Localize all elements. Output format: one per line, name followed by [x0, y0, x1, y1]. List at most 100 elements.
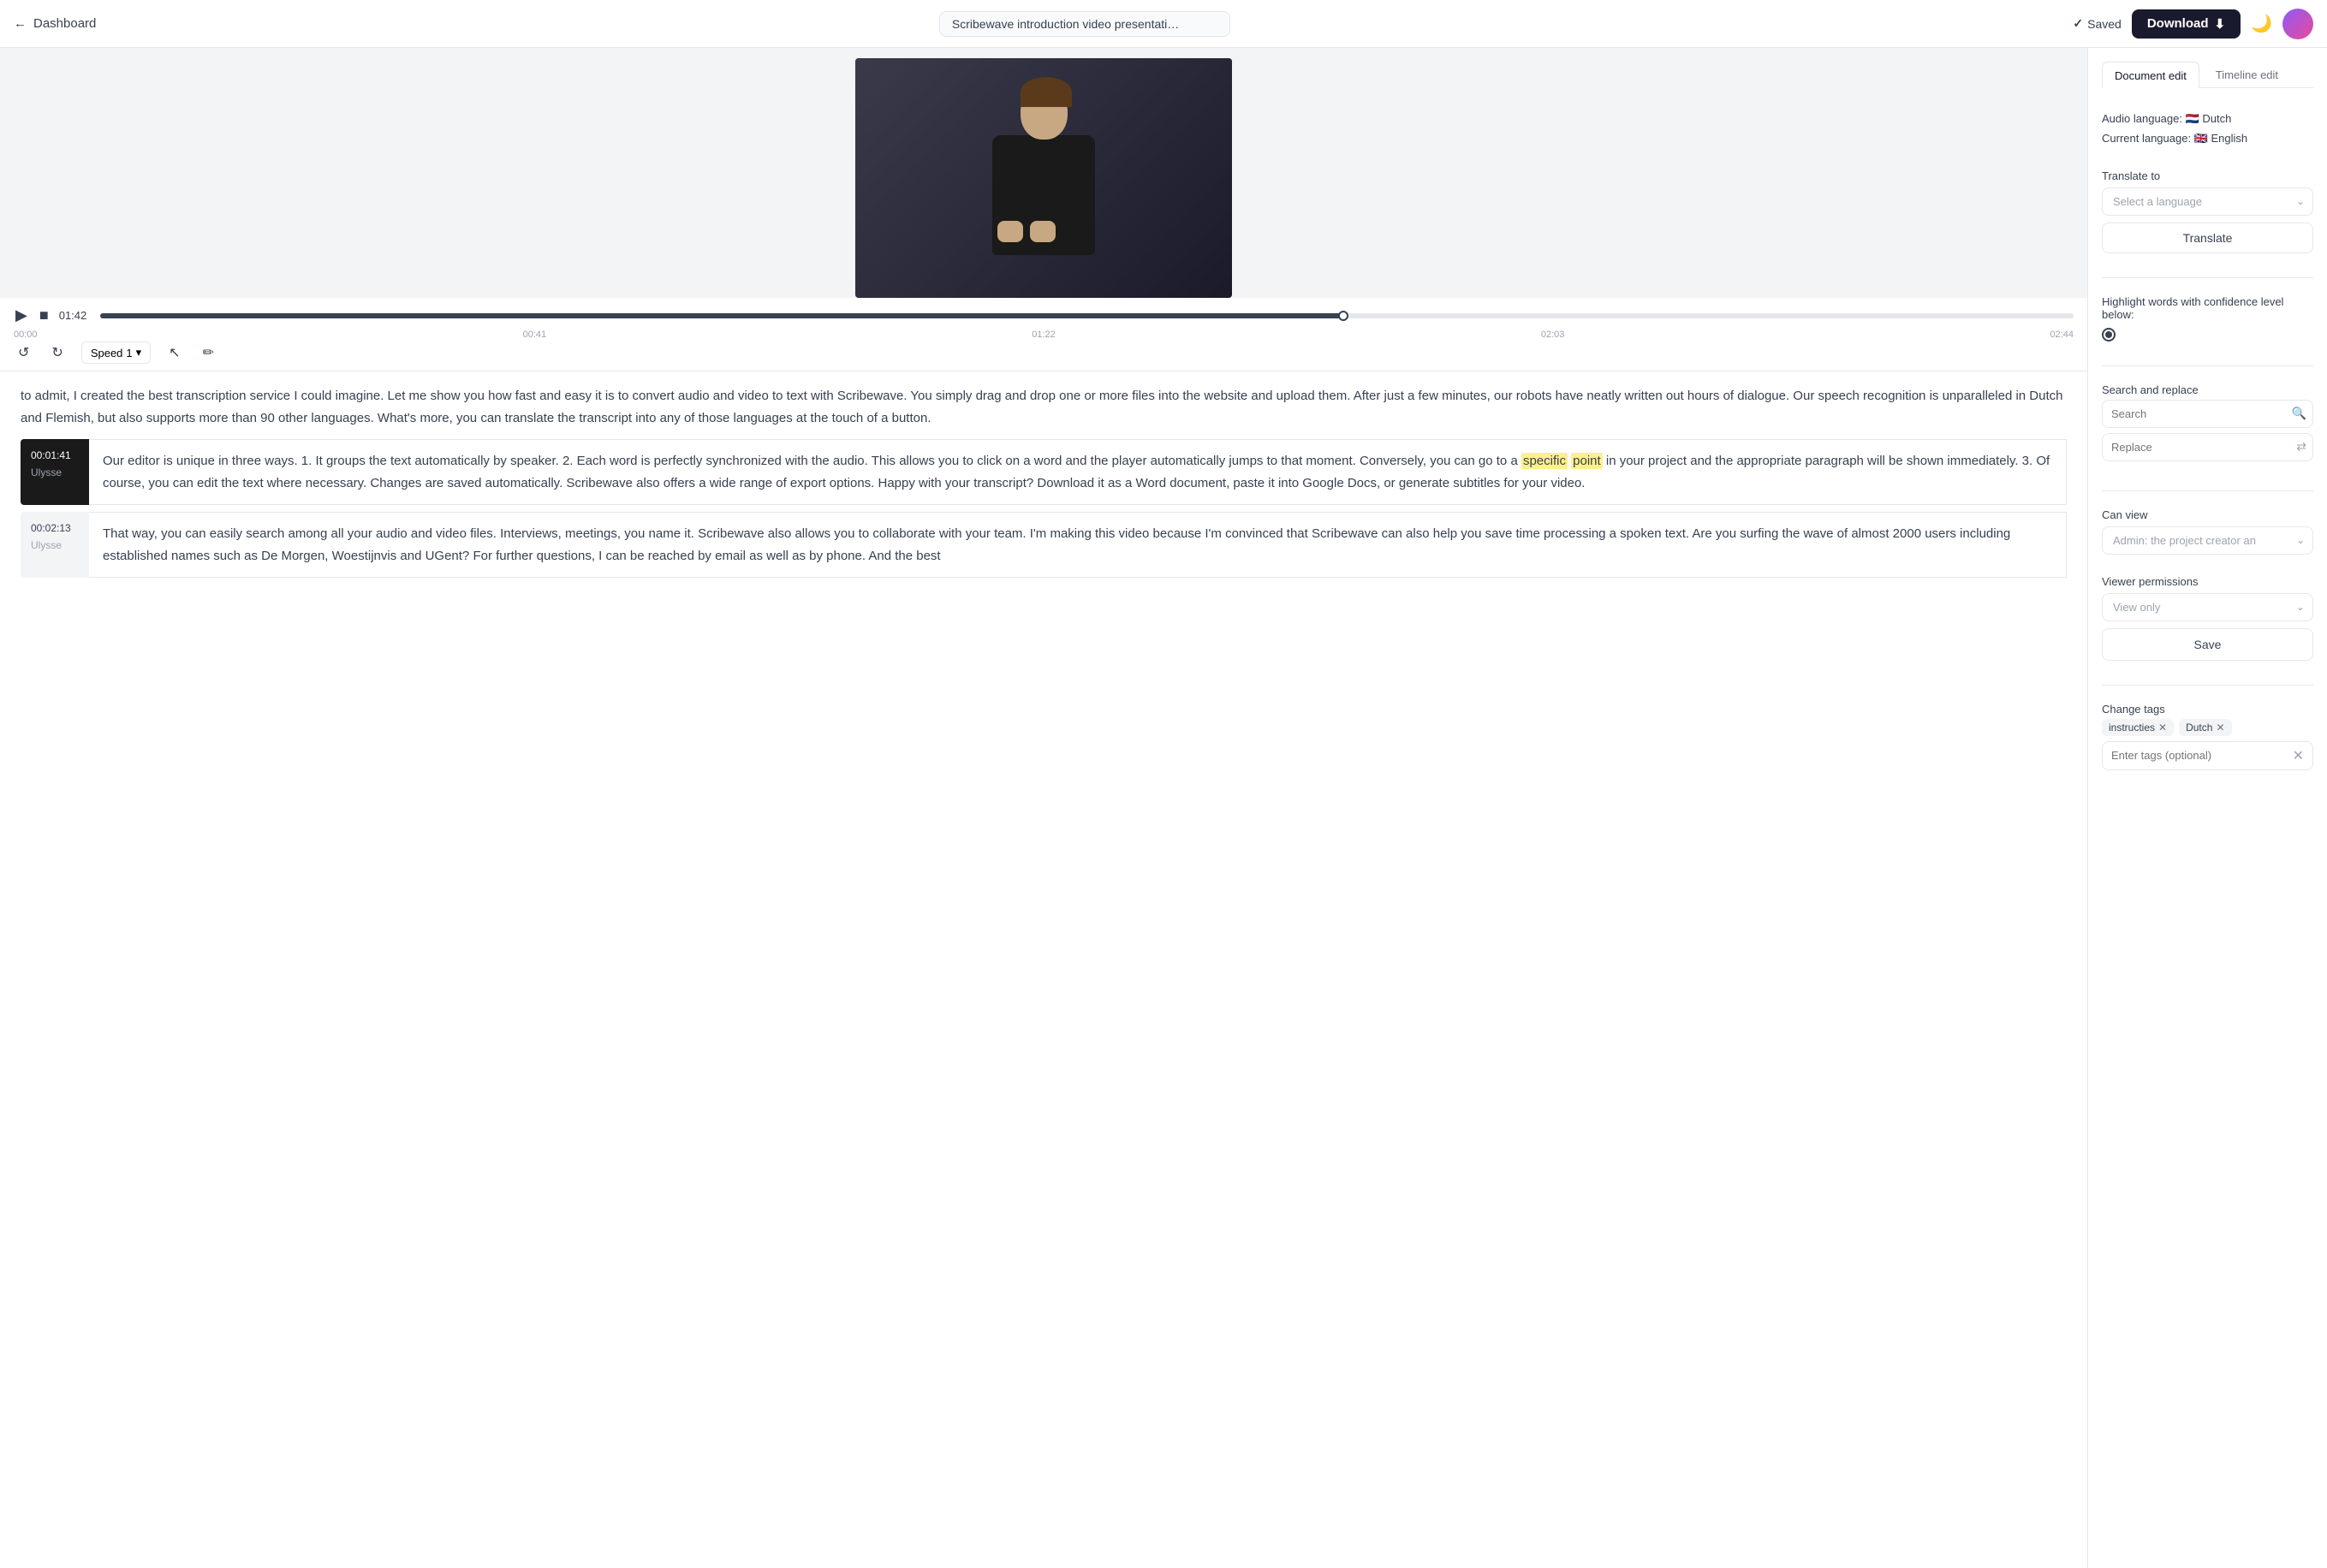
play-button[interactable]: ▶: [14, 305, 29, 326]
divider-1: [2102, 277, 2313, 278]
check-icon: ✓: [2073, 16, 2083, 31]
search-replace-label: Search and replace: [2102, 383, 2313, 396]
translate-section: Translate to Select a language ⌄ Transla…: [2102, 169, 2313, 253]
speed-button[interactable]: Speed 1 ▾: [81, 342, 151, 364]
confidence-radio-row: [2102, 328, 2313, 342]
transcript-block-2: 00:02:13 Ulysse That way, you can easily…: [21, 512, 2067, 578]
language-section: Audio language: 🇳🇱 Dutch Current languag…: [2102, 109, 2313, 149]
translate-select[interactable]: Select a language: [2102, 187, 2313, 216]
time-marker3: 02:03: [1541, 330, 1565, 340]
progress-row: ▶ ■ 01:42: [14, 305, 2074, 326]
sidebar-tabs: Document edit Timeline edit: [2102, 62, 2313, 88]
can-view-select-wrapper: Admin: the project creator an ⌄: [2102, 526, 2313, 555]
search-icon-button[interactable]: 🔍: [2292, 407, 2306, 421]
speaker-1: Ulysse: [31, 466, 82, 478]
transcript-area: to admit, I created the best transcripti…: [0, 371, 2087, 1568]
transcript-content-2: That way, you can easily search among al…: [103, 526, 2010, 563]
viewer-permissions-section: Viewer permissions View only ⌄ Save: [2102, 575, 2313, 661]
replace-input[interactable]: [2102, 433, 2313, 461]
current-language-row: Current language: 🇬🇧 English: [2102, 128, 2313, 148]
tab-document-edit[interactable]: Document edit: [2102, 62, 2199, 88]
time-end: 02:44: [2050, 330, 2074, 340]
saved-status: ✓ Saved: [2073, 16, 2121, 31]
can-view-select[interactable]: Admin: the project creator an: [2102, 526, 2313, 555]
tag-instructies-remove[interactable]: ✕: [2158, 722, 2167, 733]
theme-toggle-button[interactable]: 🌙: [2251, 13, 2272, 34]
forward-button[interactable]: ↻: [47, 342, 67, 364]
speed-arrow-icon: ▾: [136, 346, 142, 359]
video-thumbnail: [855, 58, 1232, 298]
tag-dutch-label: Dutch: [2186, 722, 2212, 734]
cursor-tool-button[interactable]: ↖: [164, 342, 184, 364]
topbar: ← Dashboard ✓ Saved Download ⬇ 🌙: [0, 0, 2327, 48]
current-time: 01:42: [59, 309, 92, 322]
avatar[interactable]: [2282, 9, 2313, 39]
video-container: [0, 48, 2087, 298]
transcript-text-1[interactable]: Our editor is unique in three ways. 1. I…: [89, 439, 2067, 505]
back-arrow-icon: ←: [14, 16, 27, 31]
highlight-word-2: point: [1571, 453, 1603, 469]
download-label: Download: [2147, 16, 2209, 31]
divider-2: [2102, 365, 2313, 366]
current-language-value: English: [2211, 132, 2248, 145]
controls-bar: ▶ ■ 01:42 00:00 00:41 01:22 02:03 02:44 …: [0, 298, 2087, 371]
tag-instructies-label: instructies: [2109, 722, 2155, 734]
search-input[interactable]: [2102, 400, 2313, 428]
progress-bar[interactable]: [100, 313, 2074, 318]
viewer-permissions-label: Viewer permissions: [2102, 575, 2313, 588]
speaker-2: Ulysse: [31, 539, 82, 551]
right-sidebar: Document edit Timeline edit Audio langua…: [2087, 48, 2327, 1568]
back-button[interactable]: ← Dashboard: [14, 16, 96, 31]
person-hair: [1021, 77, 1072, 107]
timestamp-1: 00:01:41: [31, 449, 82, 461]
tag-dutch: Dutch ✕: [2179, 719, 2231, 736]
can-view-label: Can view: [2102, 508, 2313, 521]
current-language-flag: 🇬🇧: [2194, 132, 2208, 145]
can-view-section: Can view Admin: the project creator an ⌄: [2102, 508, 2313, 555]
highlight-word-1: specific: [1521, 453, 1568, 469]
current-language-label: Current language:: [2102, 132, 2191, 145]
time-start: 00:00: [14, 330, 38, 340]
progress-fill: [100, 313, 1343, 318]
language-info: Audio language: 🇳🇱 Dutch Current languag…: [2102, 109, 2313, 149]
confidence-radio[interactable]: [2102, 328, 2116, 342]
audio-language-flag: 🇳🇱: [2186, 112, 2199, 125]
tags-row: instructies ✕ Dutch ✕: [2102, 719, 2313, 736]
person-head: [1021, 84, 1068, 140]
tags-section: Change tags instructies ✕ Dutch ✕ ✕: [2102, 703, 2313, 770]
content-area: ▶ ■ 01:42 00:00 00:41 01:22 02:03 02:44 …: [0, 48, 2087, 1568]
viewer-permissions-select[interactable]: View only: [2102, 593, 2313, 621]
change-tags-label: Change tags: [2102, 703, 2313, 716]
tab-timeline-edit[interactable]: Timeline edit: [2203, 62, 2291, 87]
tag-dutch-remove[interactable]: ✕: [2216, 722, 2224, 733]
transcript-text-before-1: Our editor is unique in three ways. 1. I…: [103, 454, 1521, 468]
tag-instructies: instructies ✕: [2102, 719, 2174, 736]
video-player[interactable]: [855, 58, 1232, 298]
title-input[interactable]: [939, 11, 1230, 37]
replace-icon-button[interactable]: ⇄: [2296, 440, 2306, 454]
download-button[interactable]: Download ⬇: [2132, 9, 2241, 39]
tags-close-button[interactable]: ✕: [2293, 747, 2304, 764]
transcript-text-2[interactable]: That way, you can easily search among al…: [89, 512, 2067, 578]
audio-language-row: Audio language: 🇳🇱 Dutch: [2102, 109, 2313, 128]
timestamp-col-2: 00:02:13 Ulysse: [21, 512, 89, 578]
tags-input[interactable]: [2111, 749, 2288, 762]
translate-label: Translate to: [2102, 169, 2313, 182]
divider-3: [2102, 490, 2313, 491]
speed-value: 1: [126, 347, 132, 359]
replace-input-wrap: ⇄: [2102, 433, 2313, 461]
audio-language-value: Dutch: [2202, 112, 2231, 125]
time-marker1: 00:41: [523, 330, 547, 340]
stop-button[interactable]: ■: [38, 305, 51, 326]
timestamp-2: 00:02:13: [31, 522, 82, 534]
tags-input-row: ✕: [2102, 741, 2313, 770]
rewind-button[interactable]: ↺: [14, 342, 33, 364]
edit-tool-button[interactable]: ✏: [199, 342, 218, 364]
timestamp-col-1: 00:01:41 Ulysse: [21, 439, 89, 505]
translate-button[interactable]: Translate: [2102, 223, 2313, 253]
save-button[interactable]: Save: [2102, 628, 2313, 661]
download-icon: ⬇: [2215, 16, 2226, 32]
search-input-wrap: 🔍: [2102, 400, 2313, 428]
confidence-label: Highlight words with confidence level be…: [2102, 295, 2313, 321]
search-replace-section: Search and replace 🔍 ⇄: [2102, 383, 2313, 466]
